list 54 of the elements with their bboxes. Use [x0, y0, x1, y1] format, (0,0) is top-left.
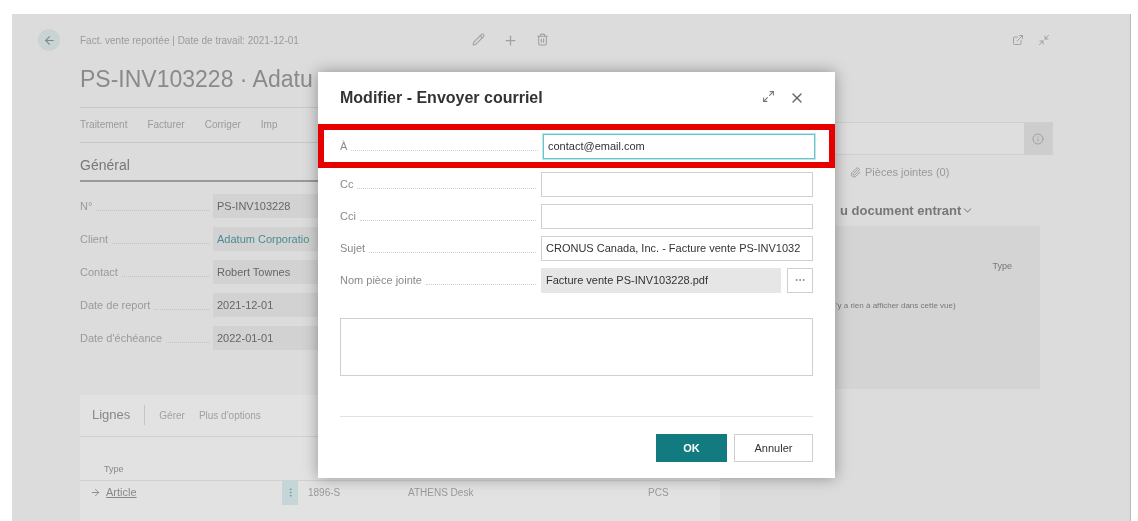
lookup-button[interactable]: [787, 267, 813, 293]
table-cell-text: ATHENS Desk: [408, 486, 475, 500]
ok-button[interactable]: OK: [656, 434, 727, 462]
field-value[interactable]: PS-INV103228: [213, 194, 318, 218]
field-label: Contact: [80, 264, 118, 280]
open-icon[interactable]: [1012, 34, 1024, 46]
column-header: Type: [992, 260, 1012, 273]
field-label: Date d'échéance: [80, 330, 163, 346]
action-menu[interactable]: Imp: [260, 117, 278, 132]
back-button[interactable]: [38, 29, 60, 51]
input-field[interactable]: [541, 203, 813, 229]
field-label: Cci: [340, 208, 356, 224]
action-menu[interactable]: Facturer: [147, 117, 185, 132]
attachment-name-field[interactable]: Facture vente PS-INV103228.pdf: [541, 267, 781, 293]
delete-icon[interactable]: [535, 32, 549, 46]
input-field[interactable]: CRONUS Canada, Inc. - Facture vente PS-INV1032: [541, 235, 813, 261]
action-menu[interactable]: Gérer: [159, 407, 185, 423]
field-label: Cc: [340, 176, 354, 192]
field-label: Client: [80, 231, 109, 247]
table-cell[interactable]: Article: [106, 484, 282, 501]
field-value[interactable]: Adatum Corporatio: [213, 227, 318, 251]
message-field[interactable]: [340, 318, 813, 376]
empty-message: 'y a rien à afficher dans cette vue): [836, 299, 957, 312]
row-menu-button[interactable]: [282, 480, 298, 505]
field-label: Sujet: [340, 240, 366, 256]
attachments-tab[interactable]: Pièces jointes (0): [865, 164, 950, 181]
field-label: À: [340, 138, 348, 154]
info-icon: [1032, 132, 1044, 145]
edit-icon[interactable]: [471, 32, 485, 46]
input-field[interactable]: [541, 171, 813, 197]
field-value[interactable]: Robert Townes: [213, 260, 318, 284]
paperclip-icon: [850, 166, 861, 178]
breadcrumb: Fact. vente reportée | Date de travail: 2021-12-01: [80, 33, 299, 48]
field-label: Nom pièce jointe: [340, 272, 422, 288]
action-menu[interactable]: Plus d'options: [198, 407, 261, 423]
field-value[interactable]: 2021-12-01: [213, 293, 318, 317]
input-field[interactable]: contact@email.com: [543, 133, 815, 159]
back-icon: [42, 33, 56, 47]
cancel-button[interactable]: Annuler: [734, 434, 813, 462]
expand-icon[interactable]: [762, 90, 775, 103]
table-cell-text: PCS: [648, 486, 669, 500]
current-row-icon: [90, 487, 101, 498]
field-value[interactable]: 2022-01-01: [213, 326, 318, 350]
table-cell-text: 1896-S: [308, 486, 342, 500]
add-icon[interactable]: [502, 32, 518, 48]
section-title[interactable]: u document entrant: [840, 200, 962, 220]
column-header: Type: [104, 462, 124, 476]
lines-title: Lignes: [92, 406, 131, 425]
field-label: Date de report: [80, 297, 151, 313]
field-label: N°: [80, 198, 93, 214]
action-menu[interactable]: Traitement: [80, 117, 128, 132]
action-menu[interactable]: Corriger: [204, 117, 241, 132]
dialog-title: Modifier - Envoyer courriel: [340, 88, 543, 108]
collapse-icon[interactable]: [1038, 34, 1050, 46]
